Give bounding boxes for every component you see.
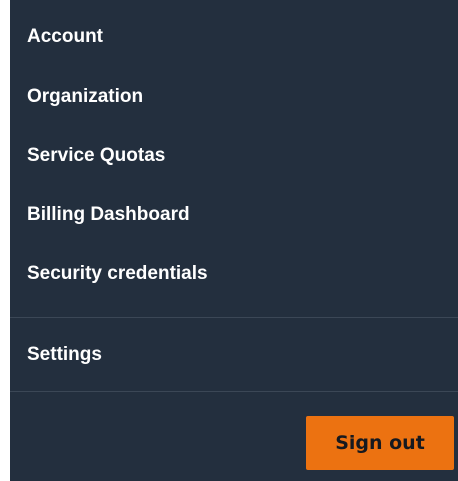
menu-divider [10,317,458,318]
sign-out-button[interactable]: Sign out [306,416,454,470]
menu-item-billing-dashboard[interactable]: Billing Dashboard [27,203,190,227]
menu-item-security-credentials[interactable]: Security credentials [27,262,208,286]
menu-item-service-quotas[interactable]: Service Quotas [27,144,165,168]
menu-item-settings[interactable]: Settings [27,343,102,367]
menu-divider [10,391,458,392]
menu-item-organization[interactable]: Organization [27,85,143,109]
menu-item-account[interactable]: Account [27,25,103,49]
account-dropdown-menu: Account Organization Service Quotas Bill… [10,0,458,481]
